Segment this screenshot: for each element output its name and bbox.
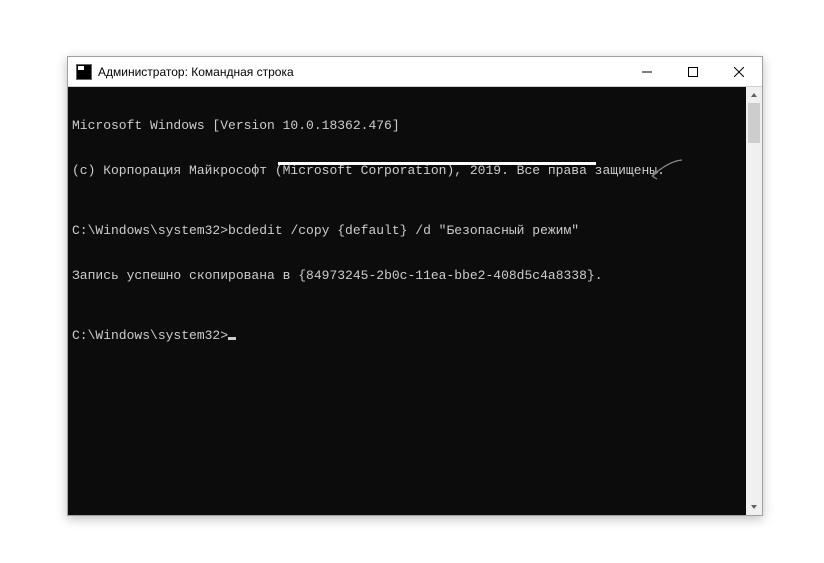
window-controls <box>624 57 762 86</box>
scroll-down-button[interactable] <box>746 499 762 515</box>
terminal-output[interactable]: Microsoft Windows [Version 10.0.18362.47… <box>68 87 762 515</box>
titlebar[interactable]: Администратор: Командная строка <box>68 57 762 87</box>
response-line: Запись успешно скопирована в {84973245-2… <box>72 268 758 283</box>
guid-underline-annotation <box>278 162 596 165</box>
close-button[interactable] <box>716 57 762 86</box>
command-line-2: C:\Windows\system32> <box>72 328 758 343</box>
scroll-up-button[interactable] <box>746 87 762 103</box>
scrollbar-thumb[interactable] <box>748 103 760 143</box>
window-title: Администратор: Командная строка <box>98 65 624 79</box>
prompt-1: C:\Windows\system32> <box>72 223 228 238</box>
command-prompt-window: Администратор: Командная строка Microsof… <box>67 56 763 516</box>
maximize-button[interactable] <box>670 57 716 86</box>
response-prefix: Запись успешно скопирована в <box>72 268 298 283</box>
copyright-line: (c) Корпорация Майкрософт (Microsoft Cor… <box>72 163 758 178</box>
command-line-1: C:\Windows\system32>bcdedit /copy {defau… <box>72 223 758 238</box>
version-line: Microsoft Windows [Version 10.0.18362.47… <box>72 118 758 133</box>
command-1: bcdedit /copy {default} /d "Безопасный р… <box>228 223 579 238</box>
vertical-scrollbar[interactable] <box>746 87 762 515</box>
cmd-icon <box>76 64 92 80</box>
cursor <box>228 337 236 340</box>
response-guid: {84973245-2b0c-11ea-bbe2-408d5c4a8338} <box>298 268 594 283</box>
response-suffix: . <box>595 268 603 283</box>
minimize-button[interactable] <box>624 57 670 86</box>
prompt-2: C:\Windows\system32> <box>72 328 228 343</box>
